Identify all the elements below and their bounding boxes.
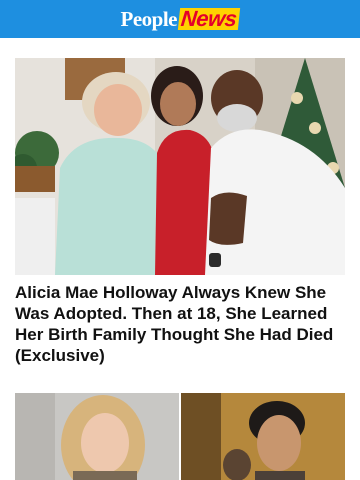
next-story-photo — [15, 393, 345, 480]
next-story-image[interactable] — [15, 393, 345, 480]
feature-photo — [15, 58, 345, 275]
logo-news-text: News — [177, 6, 241, 31]
article-headline[interactable]: Alicia Mae Holloway Always Knew She Was … — [15, 282, 345, 366]
feature-image[interactable] — [15, 58, 345, 275]
people-news-logo[interactable]: People News — [120, 6, 241, 32]
logo-people-text: People — [120, 6, 178, 31]
site-header: People News — [0, 0, 360, 38]
